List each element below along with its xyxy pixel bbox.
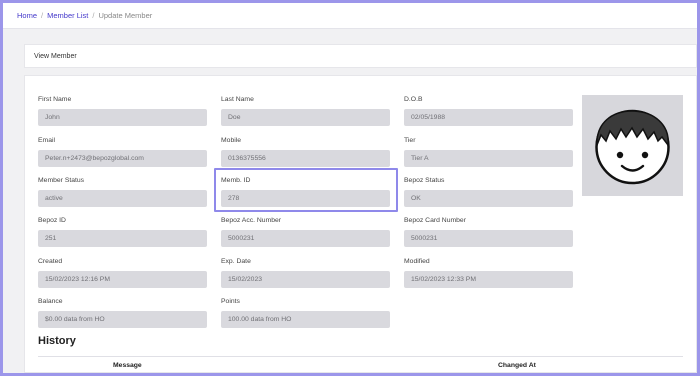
mobile-input[interactable]: 0136375556 [221,150,390,167]
app-frame: Home / Member List / Update Member View Memb… [3,3,697,373]
user-avatar-icon [595,109,670,185]
card-title: View Member [34,53,77,60]
first-name-input[interactable]: John [38,109,207,126]
member-status-label: Member Status [38,177,85,184]
created-label: Created [38,258,63,265]
email-label: Email [38,137,55,144]
member-status-input[interactable]: active [38,190,207,207]
bepoz-status-input[interactable]: OK [404,190,573,207]
modified-input[interactable]: 15/02/2023 12:33 PM [404,271,573,288]
history-title: History [38,335,76,347]
points-input[interactable]: 100.00 data from HO [221,311,390,328]
last-name-field: Last Name Doe [221,95,390,126]
bepoz-status-label: Bepoz Status [404,177,445,184]
breadcrumb-current: Update Member [98,11,153,20]
tier-label: Tier [404,137,416,144]
bepoz-id-field: Bepoz ID 251 [38,216,207,247]
breadcrumb: Home / Member List / Update Member [3,3,697,29]
memb-id-input[interactable]: 278 [221,190,390,207]
bepoz-card-number-input[interactable]: 5000231 [404,230,573,247]
history-table-header: Message Changed At [38,356,683,371]
breadcrumb-separator: / [41,11,44,20]
balance-field: Balance $0.00 data from HO [38,297,207,328]
balance-input[interactable]: $0.00 data from HO [38,311,207,328]
bepoz-acc-number-field: Bepoz Acc. Number 5000231 [221,216,390,247]
dob-label: D.O.B [404,96,423,103]
dob-field: D.O.B 02/05/1988 [404,95,573,126]
tier-input[interactable]: Tier A [404,150,573,167]
member-status-field: Member Status active [38,176,207,207]
bepoz-card-number-field: Bepoz Card Number 5000231 [404,216,573,247]
history-col-changed-at: Changed At [498,362,536,369]
first-name-label: First Name [38,96,72,103]
modified-field: Modified 15/02/2023 12:33 PM [404,257,573,288]
exp-date-field: Exp. Date 15/02/2023 [221,257,390,288]
history-col-message: Message [113,362,142,369]
bepoz-card-number-label: Bepoz Card Number [404,217,466,224]
modified-label: Modified [404,258,430,265]
breadcrumb-home-link[interactable]: Home [17,11,37,20]
created-field: Created 15/02/2023 12:16 PM [38,257,207,288]
bepoz-id-input[interactable]: 251 [38,230,207,247]
bepoz-acc-number-label: Bepoz Acc. Number [221,217,282,224]
memb-id-field: Memb. ID 278 [221,176,390,207]
exp-date-input[interactable]: 15/02/2023 [221,271,390,288]
balance-label: Balance [38,298,63,305]
breadcrumb-member-list-link[interactable]: Member List [47,11,88,20]
first-name-field: First Name John [38,95,207,126]
mobile-label: Mobile [221,137,242,144]
dob-input[interactable]: 02/05/1988 [404,109,573,126]
bepoz-acc-number-input[interactable]: 5000231 [221,230,390,247]
avatar [582,95,683,196]
breadcrumb-separator: / [92,11,95,20]
email-input[interactable]: Peter.n+2473@bepozglobal.com [38,150,207,167]
mobile-field: Mobile 0136375556 [221,136,390,167]
points-field: Points 100.00 data from HO [221,297,390,328]
card-header: View Member [24,44,697,68]
bepoz-id-label: Bepoz ID [38,217,66,224]
created-input[interactable]: 15/02/2023 12:16 PM [38,271,207,288]
points-label: Points [221,298,240,305]
email-field: Email Peter.n+2473@bepozglobal.com [38,136,207,167]
last-name-input[interactable]: Doe [221,109,390,126]
bepoz-status-field: Bepoz Status OK [404,176,573,207]
tier-field: Tier Tier A [404,136,573,167]
last-name-label: Last Name [221,96,254,103]
exp-date-label: Exp. Date [221,258,251,265]
memb-id-label: Memb. ID [221,177,251,184]
